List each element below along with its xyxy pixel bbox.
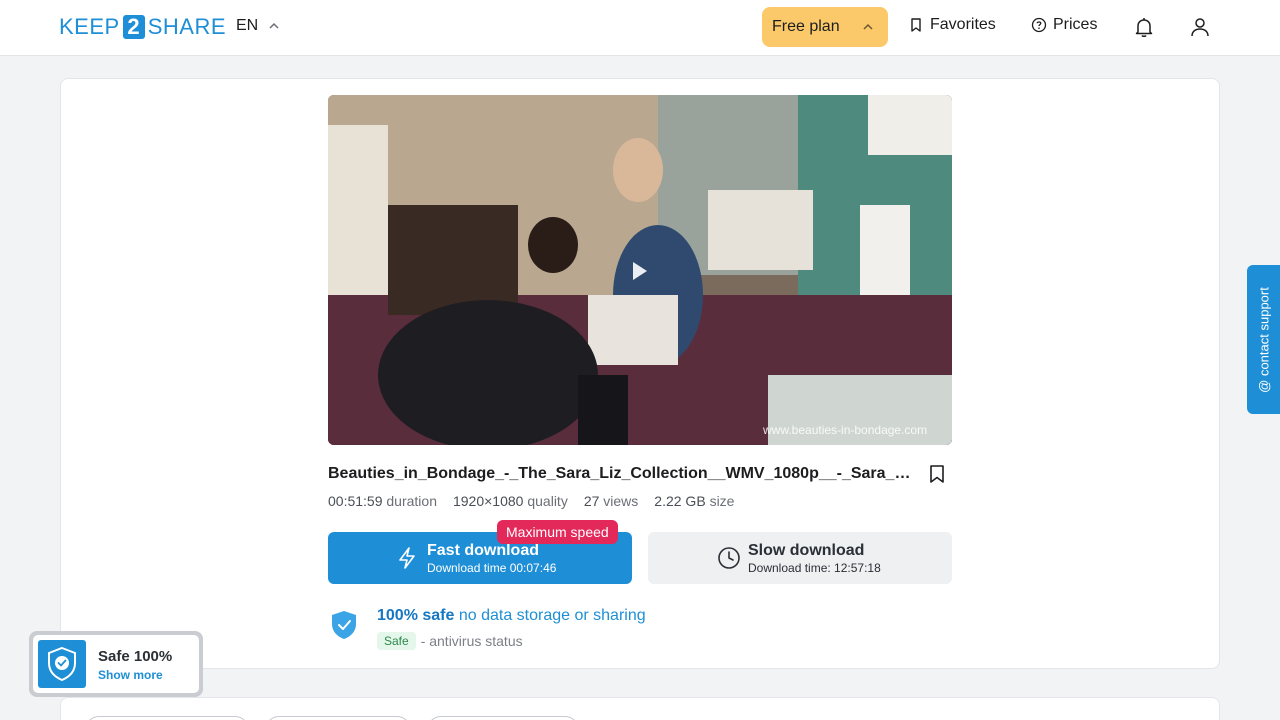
safe-100-badge[interactable]: Safe 100% Show more bbox=[29, 631, 203, 697]
fast-download-time: Download time 00:07:46 bbox=[427, 561, 557, 575]
favorites-link[interactable]: Favorites bbox=[908, 16, 996, 34]
free-plan-button[interactable]: Free plan bbox=[762, 7, 888, 47]
safe-badge-title: Safe 100% bbox=[98, 648, 173, 665]
safe-status-pill: Safe bbox=[377, 632, 416, 650]
views-value: 27 bbox=[583, 493, 600, 509]
tab-pill[interactable] bbox=[265, 716, 411, 720]
file-title: Beauties_in_Bondage_-_The_Sara_Liz_Colle… bbox=[328, 465, 920, 482]
safe-badge-inner: Safe 100% Show more bbox=[33, 635, 199, 693]
clock-icon bbox=[718, 547, 740, 569]
size-value: 2.22 GB bbox=[654, 493, 706, 509]
keep2share-logo[interactable]: KEEP 2 SHARE bbox=[59, 14, 226, 40]
maximum-speed-badge: Maximum speed bbox=[497, 520, 618, 544]
question-circle-icon bbox=[1031, 17, 1047, 33]
add-to-favorites-button[interactable] bbox=[923, 460, 951, 488]
antivirus-status-text: - antivirus status bbox=[420, 633, 523, 649]
chevron-up-icon bbox=[269, 22, 279, 29]
bookmark-icon bbox=[930, 465, 944, 483]
safety-headline-bold: 100% safe bbox=[377, 607, 455, 624]
user-icon[interactable] bbox=[1188, 15, 1212, 39]
contact-support-label: @ contact support bbox=[1256, 286, 1271, 393]
prices-link[interactable]: Prices bbox=[1031, 16, 1097, 34]
logo-text-share: SHARE bbox=[147, 14, 226, 39]
file-meta: 00:51:59 duration 1920×1080 quality 27 v… bbox=[328, 493, 734, 509]
video-preview[interactable]: www.beauties-in-bondage.com bbox=[328, 95, 952, 445]
antivirus-status: Safe - antivirus status bbox=[377, 632, 523, 650]
shield-check-icon bbox=[48, 646, 76, 682]
quality-value: 1920×1080 bbox=[452, 493, 524, 509]
views-label: views bbox=[603, 493, 639, 509]
chevron-up-icon bbox=[863, 23, 873, 30]
safety-headline: 100% safe no data storage or sharing bbox=[377, 607, 646, 625]
play-icon[interactable] bbox=[626, 258, 652, 284]
safe-badge-emblem bbox=[38, 640, 86, 688]
free-plan-label: Free plan bbox=[772, 18, 840, 35]
bell-icon[interactable] bbox=[1132, 15, 1156, 39]
slow-download-button[interactable]: Slow download Download time: 12:57:18 bbox=[648, 532, 952, 584]
meta-quality: 1920×1080 quality bbox=[453, 493, 568, 509]
tab-pill[interactable] bbox=[427, 716, 579, 720]
favorites-label: Favorites bbox=[930, 16, 996, 33]
lightning-icon bbox=[399, 547, 415, 569]
language-selector[interactable]: EN bbox=[236, 17, 280, 35]
bookmark-icon bbox=[911, 18, 921, 32]
meta-duration: 00:51:59 duration bbox=[328, 493, 437, 509]
top-header: KEEP 2 SHARE EN Free plan Favorites Pric… bbox=[0, 0, 1280, 56]
duration-label: duration bbox=[386, 493, 437, 509]
shield-check-icon bbox=[332, 611, 356, 639]
prices-label: Prices bbox=[1053, 16, 1098, 33]
bottom-card bbox=[60, 697, 1220, 720]
tab-pill[interactable] bbox=[85, 716, 249, 720]
duration-value: 00:51:59 bbox=[328, 493, 383, 509]
video-watermark: www.beauties-in-bondage.com bbox=[763, 423, 928, 437]
contact-support-tab[interactable]: @ contact support bbox=[1247, 265, 1280, 414]
meta-views: 27 views bbox=[584, 493, 638, 509]
size-label: size bbox=[709, 493, 735, 509]
logo-number: 2 bbox=[122, 15, 145, 39]
safe-badge-show-more[interactable]: Show more bbox=[98, 668, 163, 682]
language-label: EN bbox=[236, 17, 259, 34]
slow-download-label: Slow download bbox=[748, 542, 865, 559]
fast-download-label: Fast download bbox=[427, 542, 539, 559]
meta-size: 2.22 GB size bbox=[654, 493, 734, 509]
quality-label: quality bbox=[527, 493, 568, 509]
logo-text-keep: KEEP bbox=[59, 14, 120, 39]
slow-download-time: Download time: 12:57:18 bbox=[748, 561, 881, 575]
safety-headline-rest: no data storage or sharing bbox=[454, 607, 646, 624]
